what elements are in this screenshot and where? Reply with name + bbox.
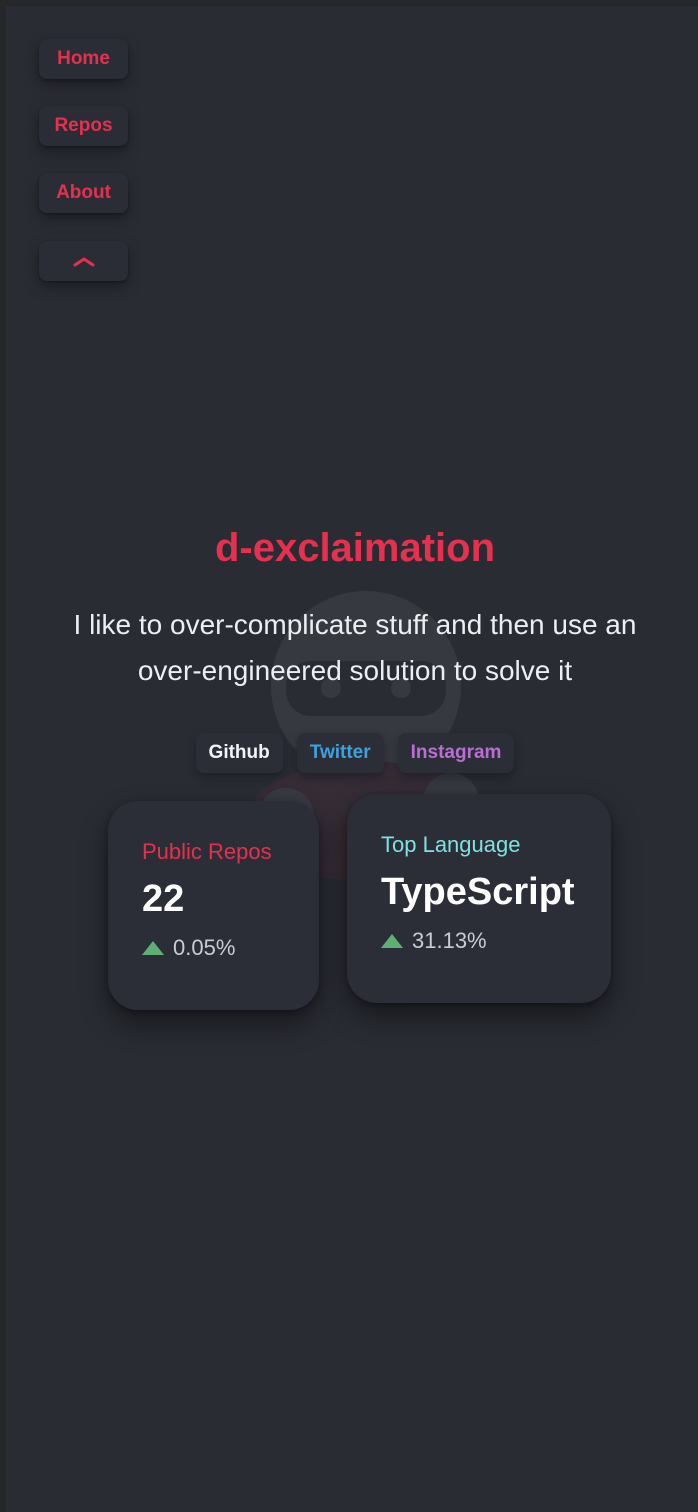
- profile-name: d-exclaimation: [214, 526, 496, 570]
- nav-collapse-button[interactable]: [39, 241, 128, 281]
- top-language-change: 31.13%: [381, 928, 487, 954]
- instagram-link[interactable]: Instagram: [397, 733, 515, 773]
- public-repos-change: 0.05%: [142, 935, 235, 961]
- chevron-up-icon: [73, 257, 94, 267]
- nav-home-button[interactable]: Home: [39, 39, 128, 79]
- public-repos-value: 22: [142, 878, 185, 920]
- top-language-value: TypeScript: [381, 871, 575, 913]
- top-language-label: Top Language: [381, 832, 521, 857]
- top-language-card: Top Language TypeScript 31.13%: [347, 794, 611, 1003]
- twitter-link[interactable]: Twitter: [296, 733, 384, 773]
- top-language-change-value: 31.13%: [412, 928, 487, 953]
- public-repos-card: Public Repos 22 0.05%: [108, 801, 319, 1010]
- page: Home Repos About d-exclaimation I like t…: [0, 0, 698, 1512]
- profile-bio: I like to over-complicate stuff and then…: [26, 602, 684, 694]
- triangle-up-icon: [142, 941, 164, 955]
- social-links: Github Twitter Instagram: [6, 733, 698, 773]
- triangle-up-icon: [381, 934, 403, 948]
- nav-repos-button[interactable]: Repos: [39, 106, 128, 146]
- public-repos-change-value: 0.05%: [173, 935, 236, 960]
- bio-line-2: over-engineered solution to solve it: [137, 655, 573, 686]
- public-repos-label: Public Repos: [142, 839, 272, 864]
- bio-line-1: I like to over-complicate stuff and then…: [73, 609, 637, 640]
- github-link[interactable]: Github: [195, 733, 283, 773]
- nav-about-button[interactable]: About: [39, 173, 128, 213]
